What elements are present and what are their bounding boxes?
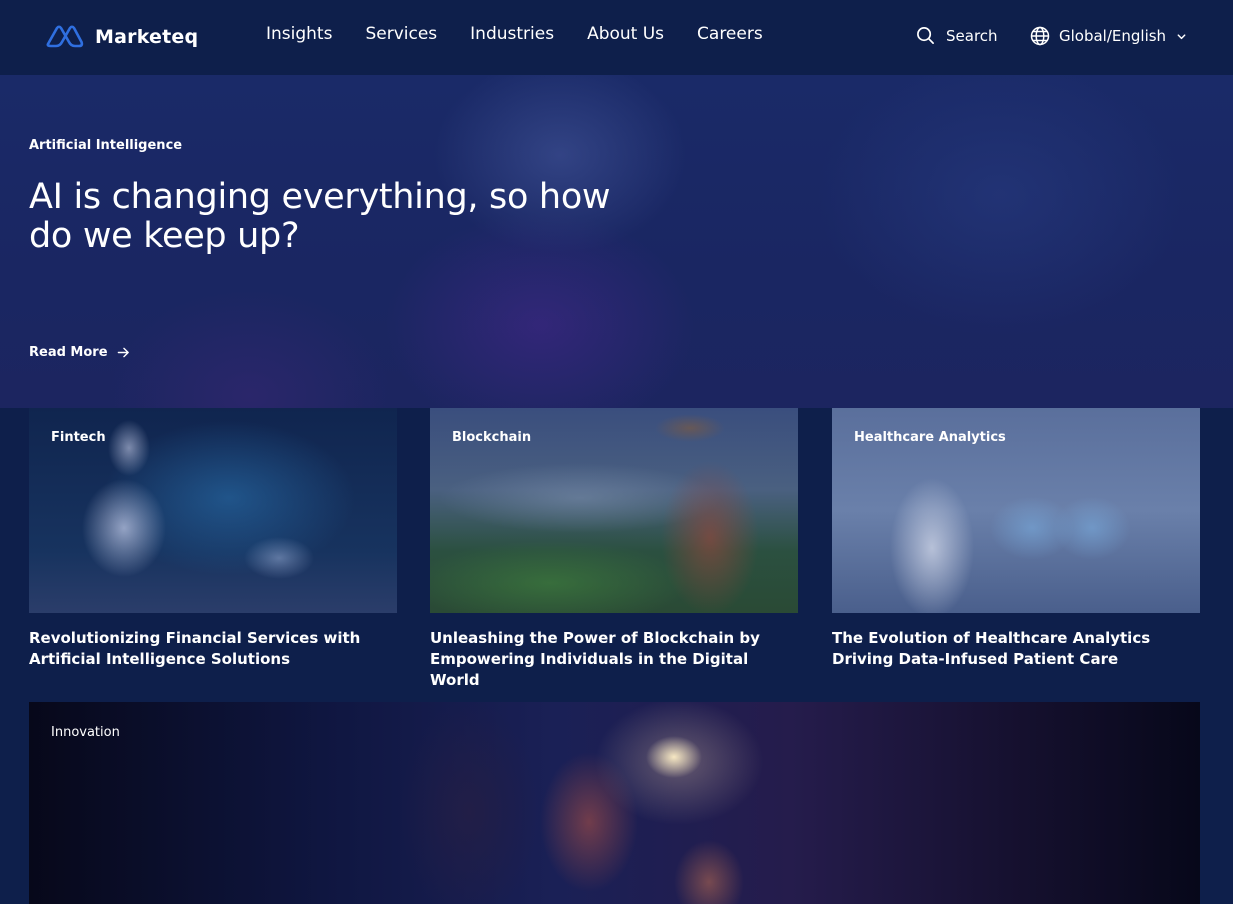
language-selector[interactable]: Global/English xyxy=(1030,26,1187,46)
hero-banner[interactable]: Artificial Intelligence AI is changing e… xyxy=(0,75,1233,408)
nav-careers[interactable]: Careers xyxy=(697,24,763,44)
read-more-label: Read More xyxy=(29,345,108,360)
site-header: Marketeq Insights Services Industries Ab… xyxy=(0,0,1233,75)
globe-icon xyxy=(1030,26,1050,46)
hero-title: AI is changing everything, so how do we … xyxy=(29,177,611,256)
article-category: Fintech xyxy=(51,430,106,445)
article-card[interactable]: Blockchain Unleashing the Power of Block… xyxy=(430,408,798,691)
search-button[interactable]: Search xyxy=(916,26,998,45)
main-nav: Insights Services Industries About Us Ca… xyxy=(266,24,796,44)
arrow-right-icon xyxy=(117,347,129,358)
article-category: Blockchain xyxy=(452,430,532,445)
chevron-down-icon xyxy=(1177,33,1186,39)
language-label: Global/English xyxy=(1059,27,1167,45)
hero-category: Artificial Intelligence xyxy=(29,138,183,153)
read-more-link[interactable]: Read More xyxy=(29,345,130,360)
search-icon xyxy=(917,27,934,44)
article-card[interactable]: Fintech Revolutionizing Financial Servic… xyxy=(29,408,397,670)
brand-name: Marketeq xyxy=(95,26,199,48)
article-image: Blockchain xyxy=(430,408,798,613)
nav-insights[interactable]: Insights xyxy=(266,24,332,44)
article-title[interactable]: Unleashing the Power of Blockchain by Em… xyxy=(430,628,798,691)
search-label: Search xyxy=(946,26,998,45)
article-category: Healthcare Analytics xyxy=(854,430,1006,445)
nav-about-us[interactable]: About Us xyxy=(587,24,664,44)
article-title[interactable]: Revolutionizing Financial Services with … xyxy=(29,628,397,670)
article-image: Healthcare Analytics xyxy=(832,408,1200,613)
article-title[interactable]: The Evolution of Healthcare Analytics Dr… xyxy=(832,628,1200,670)
article-card[interactable]: Healthcare Analytics The Evolution of He… xyxy=(832,408,1200,670)
nav-industries[interactable]: Industries xyxy=(470,24,554,44)
logo-icon xyxy=(46,25,84,48)
nav-services[interactable]: Services xyxy=(365,24,437,44)
featured-article-innovation[interactable]: Innovation xyxy=(29,702,1200,904)
logo[interactable]: Marketeq xyxy=(45,24,198,50)
feature-category: Innovation xyxy=(51,725,120,740)
article-image: Fintech xyxy=(29,408,397,613)
